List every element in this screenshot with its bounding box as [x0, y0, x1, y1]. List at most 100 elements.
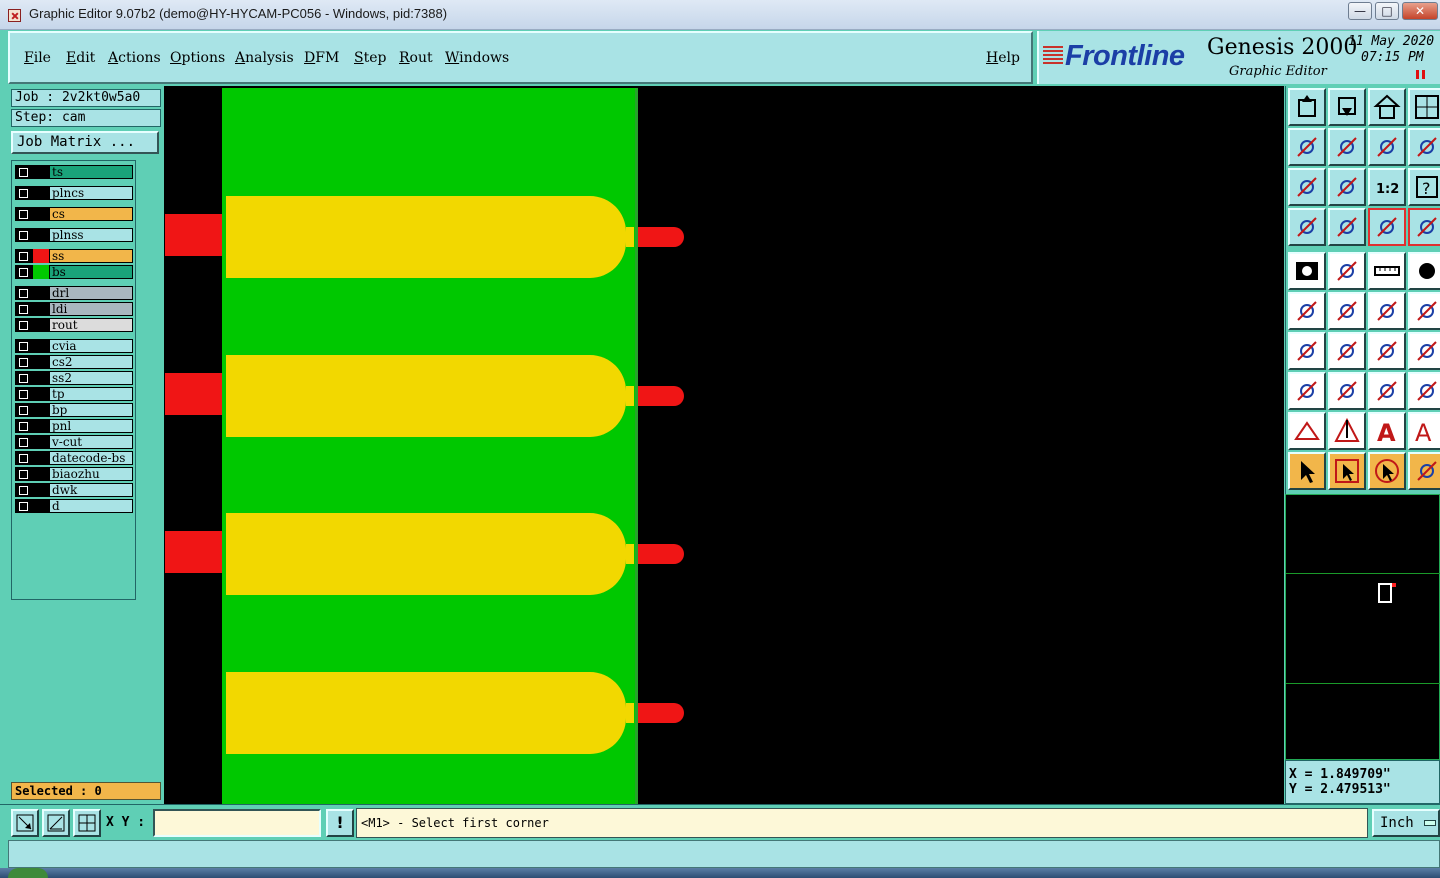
measure-button[interactable] [1368, 252, 1406, 290]
layer-name[interactable]: d [49, 499, 133, 513]
layer-checkbox[interactable] [15, 435, 33, 449]
layer-checkbox[interactable] [15, 186, 33, 200]
angle-button[interactable] [1288, 332, 1326, 370]
layer-checkbox[interactable] [15, 228, 33, 242]
layer-checkbox[interactable] [15, 387, 33, 401]
move-button[interactable] [1288, 372, 1326, 410]
layer-row-10[interactable]: cs2 [15, 355, 133, 369]
layer-name[interactable]: plncs [49, 186, 133, 200]
save-job-button[interactable] [1328, 88, 1366, 126]
menu-rout[interactable]: Rout [399, 50, 433, 66]
layer-row-16[interactable]: datecode-bs [15, 451, 133, 465]
layer-checkbox[interactable] [15, 265, 33, 279]
redo-button[interactable] [1408, 128, 1440, 166]
graphic-canvas[interactable] [164, 86, 1284, 804]
layer-row-6[interactable]: drl [15, 286, 133, 300]
layer-color-swatch[interactable] [33, 265, 49, 279]
overview-map[interactable] [1285, 494, 1440, 760]
select-box-button[interactable] [1328, 452, 1366, 490]
layer-row-11[interactable]: ss2 [15, 371, 133, 385]
layer-row-17[interactable]: biaozhu [15, 467, 133, 481]
layer-color-swatch[interactable] [33, 165, 49, 179]
layer-checkbox[interactable] [15, 483, 33, 497]
layer-color-swatch[interactable] [33, 318, 49, 332]
layer-row-3[interactable]: plnss [15, 228, 133, 242]
grid-button[interactable] [1328, 208, 1366, 246]
layer-color-swatch[interactable] [33, 419, 49, 433]
layer-checkbox[interactable] [15, 302, 33, 316]
snap-settings-button[interactable] [1288, 208, 1326, 246]
layer-name[interactable]: rout [49, 318, 133, 332]
trace-right[interactable] [638, 386, 684, 406]
pause-icon[interactable] [1416, 70, 1425, 79]
step-in-button[interactable] [1288, 128, 1326, 166]
diagonal-button[interactable] [1328, 332, 1366, 370]
grid-mode-button[interactable] [73, 809, 101, 837]
layer-checkbox[interactable] [15, 371, 33, 385]
pad-4[interactable] [226, 672, 626, 754]
triangle-button[interactable] [1288, 412, 1326, 450]
polygon-button[interactable] [1328, 252, 1366, 290]
layer-name[interactable]: ldi [49, 302, 133, 316]
layer-color-swatch[interactable] [33, 403, 49, 417]
trace-left[interactable] [165, 214, 222, 256]
connect-button[interactable] [1368, 208, 1406, 246]
layer-color-swatch[interactable] [33, 207, 49, 221]
message-button[interactable]: ! [326, 809, 354, 837]
menu-file[interactable]: File [24, 50, 51, 66]
layer-color-swatch[interactable] [33, 483, 49, 497]
layer-name[interactable]: cs2 [49, 355, 133, 369]
maximize-button[interactable]: □ [1375, 2, 1399, 20]
layer-checkbox[interactable] [15, 249, 33, 263]
trace-left[interactable] [165, 531, 222, 573]
layer-checkbox[interactable] [15, 403, 33, 417]
trace-right[interactable] [638, 703, 684, 723]
menu-options[interactable]: Options [170, 50, 225, 66]
layer-name[interactable]: bs [49, 265, 133, 279]
layer-checkbox[interactable] [15, 318, 33, 332]
job-matrix-button[interactable]: Job Matrix ... [11, 131, 159, 154]
layer-name[interactable]: dwk [49, 483, 133, 497]
trace-right[interactable] [638, 544, 684, 564]
select-circle-button[interactable] [1368, 452, 1406, 490]
layer-name[interactable]: pnl [49, 419, 133, 433]
layer-name[interactable]: ts [49, 165, 133, 179]
overview-viewport[interactable] [1378, 583, 1392, 603]
trace-right[interactable] [638, 227, 684, 247]
trace-left[interactable] [165, 373, 222, 415]
menu-step[interactable]: Step [354, 50, 386, 66]
menu-edit[interactable]: Edit [66, 50, 95, 66]
layer-checkbox[interactable] [15, 339, 33, 353]
edit-mode-button[interactable] [42, 809, 70, 837]
menu-analysis[interactable]: Analysis [235, 50, 294, 66]
round-pad-button[interactable] [1408, 252, 1440, 290]
line-point2-button[interactable] [1408, 292, 1440, 330]
layer-color-swatch[interactable] [33, 355, 49, 369]
home-button[interactable] [1368, 88, 1406, 126]
split-button[interactable] [1408, 332, 1440, 370]
layer-color-swatch[interactable] [33, 371, 49, 385]
layer-row-15[interactable]: v-cut [15, 435, 133, 449]
zoom-fit-button[interactable] [1288, 168, 1326, 206]
layer-name[interactable]: ss [49, 249, 133, 263]
layer-checkbox[interactable] [15, 286, 33, 300]
layer-row-5[interactable]: bs [15, 265, 133, 279]
layer-checkbox[interactable] [15, 207, 33, 221]
zoom-center-button[interactable] [1328, 168, 1366, 206]
layer-row-18[interactable]: dwk [15, 483, 133, 497]
letter-a-button[interactable]: A [1368, 412, 1406, 450]
layer-name[interactable]: bp [49, 403, 133, 417]
minimize-button[interactable]: — [1348, 2, 1372, 20]
snap-mode-button[interactable] [11, 809, 39, 837]
layer-color-swatch[interactable] [33, 451, 49, 465]
layer-color-swatch[interactable] [33, 286, 49, 300]
layer-checkbox[interactable] [15, 419, 33, 433]
disconnect-button[interactable] [1408, 208, 1440, 246]
open-job-button[interactable] [1288, 88, 1326, 126]
layer-row-14[interactable]: pnl [15, 419, 133, 433]
layer-name[interactable]: tp [49, 387, 133, 401]
start-button[interactable] [8, 868, 48, 878]
layer-row-9[interactable]: cvia [15, 339, 133, 353]
layer-checkbox[interactable] [15, 451, 33, 465]
layer-color-swatch[interactable] [33, 186, 49, 200]
